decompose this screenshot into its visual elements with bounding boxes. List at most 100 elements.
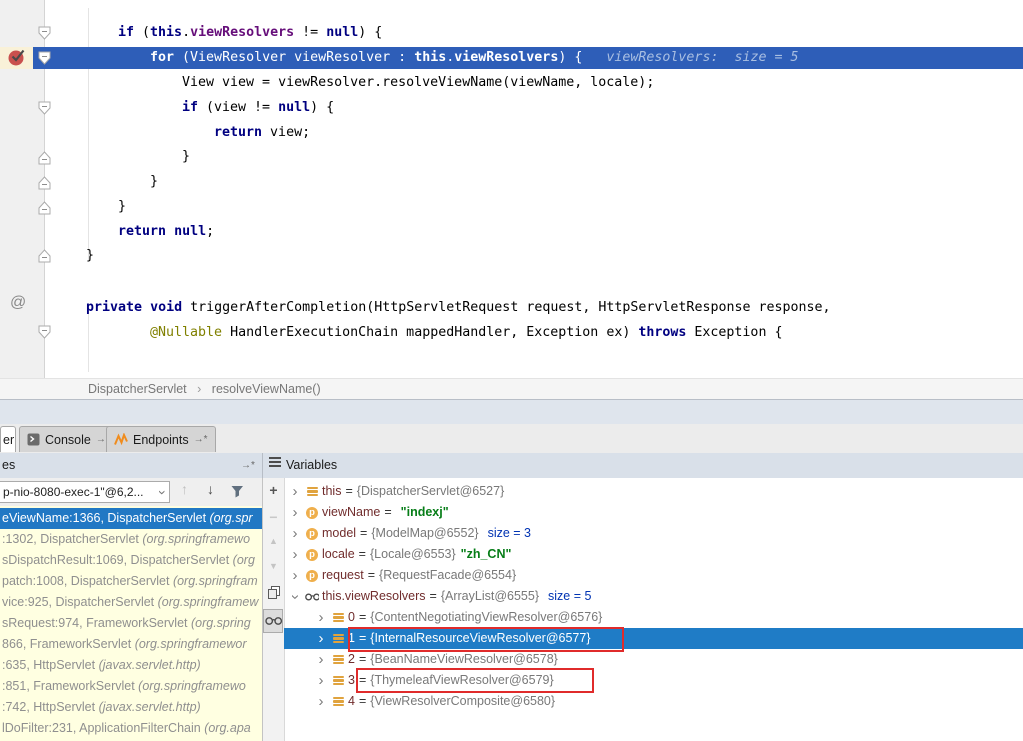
chevron-collapsed-icon[interactable]: › xyxy=(288,569,302,583)
variables-tree: ›this={DispatcherServlet@6527}›pviewName… xyxy=(284,478,1023,741)
glasses-icon[interactable] xyxy=(263,613,284,629)
frame-row[interactable]: :851, FrameworkServlet (org.springframew… xyxy=(0,676,262,697)
tab-console[interactable]: Console →* xyxy=(19,426,118,452)
chevron-collapsed-icon[interactable]: › xyxy=(288,527,302,541)
variable-row[interactable]: ›this={DispatcherServlet@6527} xyxy=(284,481,1023,502)
code-line: } xyxy=(118,196,126,218)
code-line: View view = viewResolver.resolveViewName… xyxy=(182,72,654,94)
chevron-collapsed-icon[interactable]: › xyxy=(314,611,328,625)
fold-marker-up-icon[interactable] xyxy=(37,200,52,215)
variable-row[interactable]: ›0={ContentNegotiatingViewResolver@6576} xyxy=(284,607,1023,628)
frame-row[interactable]: vice:925, DispatcherServlet (org.springf… xyxy=(0,592,262,613)
endpoints-icon xyxy=(114,433,128,446)
thread-dropdown[interactable]: p-nio-8080-exec-1"@6,2... › xyxy=(0,481,170,503)
chevron-collapsed-icon[interactable]: › xyxy=(288,506,302,520)
tab-endpoints[interactable]: Endpoints →* xyxy=(106,426,216,452)
filter-frames-icon[interactable] xyxy=(230,484,245,502)
value-icon xyxy=(331,654,345,666)
chevron-collapsed-icon[interactable]: › xyxy=(288,485,302,499)
code-line: for (ViewResolver viewResolver : this.vi… xyxy=(150,47,799,69)
frame-row[interactable]: patch:1008, DispatcherServlet (org.sprin… xyxy=(0,571,262,592)
variable-row[interactable]: ›pmodel={ModelMap@6552}size = 3 xyxy=(284,523,1023,544)
variable-row[interactable]: ›1={InternalResourceViewResolver@6577} xyxy=(284,628,1023,649)
fold-marker-down-icon[interactable] xyxy=(37,26,52,41)
frames-header-label: es xyxy=(2,453,15,478)
code-line: } xyxy=(150,171,158,193)
code-line: return view; xyxy=(214,122,310,144)
tab-debugger[interactable]: er xyxy=(0,426,16,452)
fold-marker-down-icon[interactable] xyxy=(37,51,52,66)
breakpoint-verified-icon[interactable] xyxy=(7,47,27,67)
parameter-icon: p xyxy=(305,549,319,561)
frame-row[interactable]: :635, HttpServlet (javax.servlet.http) xyxy=(0,655,262,676)
value-icon xyxy=(331,675,345,687)
frames-panel: p-nio-8080-exec-1"@6,2... › ↑ ↓ eViewNam… xyxy=(0,478,262,741)
parameter-icon: p xyxy=(305,507,319,519)
code-line: @Nullable HandlerExecutionChain mappedHa… xyxy=(150,322,782,344)
code-line: } xyxy=(86,245,94,267)
value-icon xyxy=(331,696,345,708)
variable-row[interactable]: ›plocale={Locale@6553}"zh_CN" xyxy=(284,544,1023,565)
frame-row[interactable]: :742, HttpServlet (javax.servlet.http) xyxy=(0,697,262,718)
next-frame-icon[interactable]: ↓ xyxy=(207,481,214,497)
variable-row[interactable]: ›prequest={RequestFacade@6554} xyxy=(284,565,1023,586)
code-line: private void triggerAfterCompletion(Http… xyxy=(86,297,831,319)
watch-glasses-icon xyxy=(305,593,319,601)
external-annotation-icon[interactable]: @ xyxy=(10,294,26,312)
value-icon xyxy=(331,633,345,645)
chevron-collapsed-icon[interactable]: › xyxy=(314,653,328,667)
parameter-icon: p xyxy=(305,528,319,540)
fold-marker-down-icon[interactable] xyxy=(37,101,52,116)
tab-pin-icon: →* xyxy=(194,427,208,453)
add-watch-icon[interactable]: + xyxy=(263,482,284,498)
chevron-collapsed-icon[interactable]: › xyxy=(314,695,328,709)
chevron-collapsed-icon[interactable]: › xyxy=(314,632,328,646)
indent-guide xyxy=(88,310,89,372)
duplicate-watch-icon[interactable] xyxy=(263,585,284,602)
parameter-icon: p xyxy=(305,570,319,582)
variable-row[interactable]: ›pviewName="indexj" xyxy=(284,502,1023,523)
thread-selector-row: p-nio-8080-exec-1"@6,2... › ↑ ↓ xyxy=(0,478,262,506)
fold-marker-up-icon[interactable] xyxy=(37,248,52,263)
variable-row[interactable]: ›this.viewResolvers={ArrayList@6555}size… xyxy=(284,586,1023,607)
chevron-expanded-icon[interactable]: › xyxy=(288,590,302,604)
frame-row[interactable]: :1302, DispatcherServlet (org.springfram… xyxy=(0,529,262,550)
value-icon xyxy=(305,486,319,498)
frame-row[interactable]: sDispatchResult:1069, DispatcherServlet … xyxy=(0,550,262,571)
variables-header-label: Variables xyxy=(286,453,337,478)
code-editor[interactable]: @ if (this.viewResolvers != null) {for (… xyxy=(0,0,1023,378)
chevron-down-icon: › xyxy=(152,490,170,495)
frame-row[interactable]: lDoFilter:231, ApplicationFilterChain (o… xyxy=(0,718,262,739)
code-line: } xyxy=(182,146,190,168)
breadcrumb: DispatcherServlet › resolveViewName() xyxy=(0,378,1023,400)
prev-frame-icon[interactable]: ↑ xyxy=(181,481,188,497)
frame-row[interactable]: eViewName:1366, DispatcherServlet (org.s… xyxy=(0,508,262,529)
fold-marker-up-icon[interactable] xyxy=(37,175,52,190)
console-icon xyxy=(27,433,40,446)
fold-marker-up-icon[interactable] xyxy=(37,150,52,165)
fold-marker-down-icon[interactable] xyxy=(37,325,52,340)
breadcrumb-method[interactable]: resolveViewName() xyxy=(212,379,321,400)
code-line: if (view != null) { xyxy=(182,97,334,119)
debug-tab-bar: er Console →* Endpoints →* xyxy=(0,424,1023,454)
variables-menu-icon[interactable] xyxy=(269,453,281,478)
frames-pin-icon[interactable]: →* xyxy=(241,453,255,478)
frames-list: eViewName:1366, DispatcherServlet (org.s… xyxy=(0,506,262,741)
value-icon xyxy=(331,612,345,624)
debug-panel-headers: es →* Variables xyxy=(0,453,1023,479)
variable-row[interactable]: ›3={ThymeleafViewResolver@6579} xyxy=(284,670,1023,691)
frame-row[interactable]: sRequest:974, FrameworkServlet (org.spri… xyxy=(0,613,262,634)
frame-row[interactable]: 866, FrameworkServlet (org.springframewo… xyxy=(0,634,262,655)
move-watch-down-icon[interactable]: ▼ xyxy=(263,561,284,571)
remove-watch-icon[interactable]: − xyxy=(263,509,284,525)
breadcrumb-class[interactable]: DispatcherServlet xyxy=(0,379,187,400)
panel-divider xyxy=(262,453,263,478)
variable-row[interactable]: ›4={ViewResolverComposite@6580} xyxy=(284,691,1023,712)
variable-row[interactable]: ›2={BeanNameViewResolver@6578} xyxy=(284,649,1023,670)
move-watch-up-icon[interactable]: ▲ xyxy=(263,536,284,546)
breadcrumb-separator-icon: › xyxy=(190,379,208,400)
chevron-collapsed-icon[interactable]: › xyxy=(314,674,328,688)
chevron-collapsed-icon[interactable]: › xyxy=(288,548,302,562)
variables-panel: + − ▲ ▼ ›this={DispatcherServlet@6527}›p… xyxy=(263,478,1023,741)
ide-debug-window: @ if (this.viewResolvers != null) {for (… xyxy=(0,0,1023,741)
